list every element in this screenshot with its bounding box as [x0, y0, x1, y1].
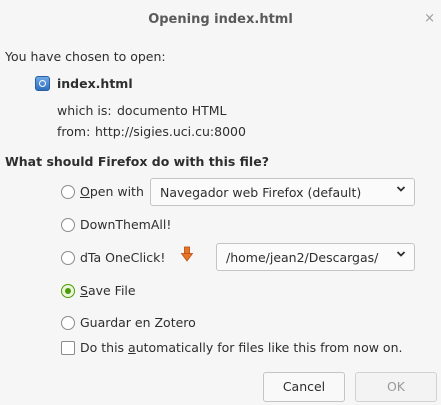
dialog-title: Opening index.html — [148, 12, 293, 27]
save-file-label[interactable]: Save File — [80, 283, 136, 298]
open-with-accesskey: O — [80, 184, 90, 199]
dta-oneclick-radio[interactable] — [61, 251, 75, 265]
open-with-label[interactable]: Open with — [80, 184, 144, 199]
ok-button[interactable]: OK — [355, 372, 437, 402]
title-bar: Opening index.html × — [0, 0, 441, 40]
dta-arrow-icon — [181, 246, 193, 262]
auto-label-post: utomatically for files like this from no… — [135, 340, 403, 355]
auto-checkbox[interactable] — [61, 341, 75, 355]
file-name: index.html — [57, 76, 133, 91]
dta-oneclick-label[interactable]: dTa OneClick! — [80, 250, 165, 265]
downthemall-radio[interactable] — [61, 218, 75, 232]
html-file-icon — [35, 76, 50, 91]
which-is-label: which is: — [57, 103, 112, 118]
open-with-radio[interactable] — [61, 185, 75, 199]
save-file-accesskey: S — [80, 283, 88, 298]
question-heading: What should Firefox do with this file? — [5, 154, 269, 169]
from-label: from: — [57, 124, 91, 139]
chevron-down-icon — [396, 186, 406, 192]
downthemall-label[interactable]: DownThemAll! — [80, 217, 171, 232]
dta-folder-select[interactable]: /home/jean2/Descargas/ — [216, 243, 415, 271]
open-with-app-value: Navegador web Firefox (default) — [160, 185, 362, 200]
chevron-down-icon — [396, 251, 406, 257]
open-with-app-select[interactable]: Navegador web Firefox (default) — [150, 178, 415, 206]
open-with-label-rest: pen with — [89, 184, 144, 199]
cancel-button[interactable]: Cancel — [263, 372, 345, 402]
dta-folder-value: /home/jean2/Descargas/ — [226, 250, 379, 265]
zotero-label[interactable]: Guardar en Zotero — [80, 315, 196, 330]
from-value: http://sigies.uci.cu:8000 — [95, 124, 246, 139]
save-file-label-rest: ave File — [87, 283, 136, 298]
auto-accesskey: a — [128, 340, 136, 355]
zotero-radio[interactable] — [61, 316, 75, 330]
auto-label[interactable]: Do this automatically for files like thi… — [80, 340, 402, 355]
auto-label-pre: Do this — [80, 340, 129, 355]
save-file-radio[interactable] — [61, 284, 75, 298]
close-icon[interactable]: × — [424, 11, 435, 26]
intro-text: You have chosen to open: — [5, 49, 166, 64]
which-is-value: documento HTML — [117, 103, 227, 118]
